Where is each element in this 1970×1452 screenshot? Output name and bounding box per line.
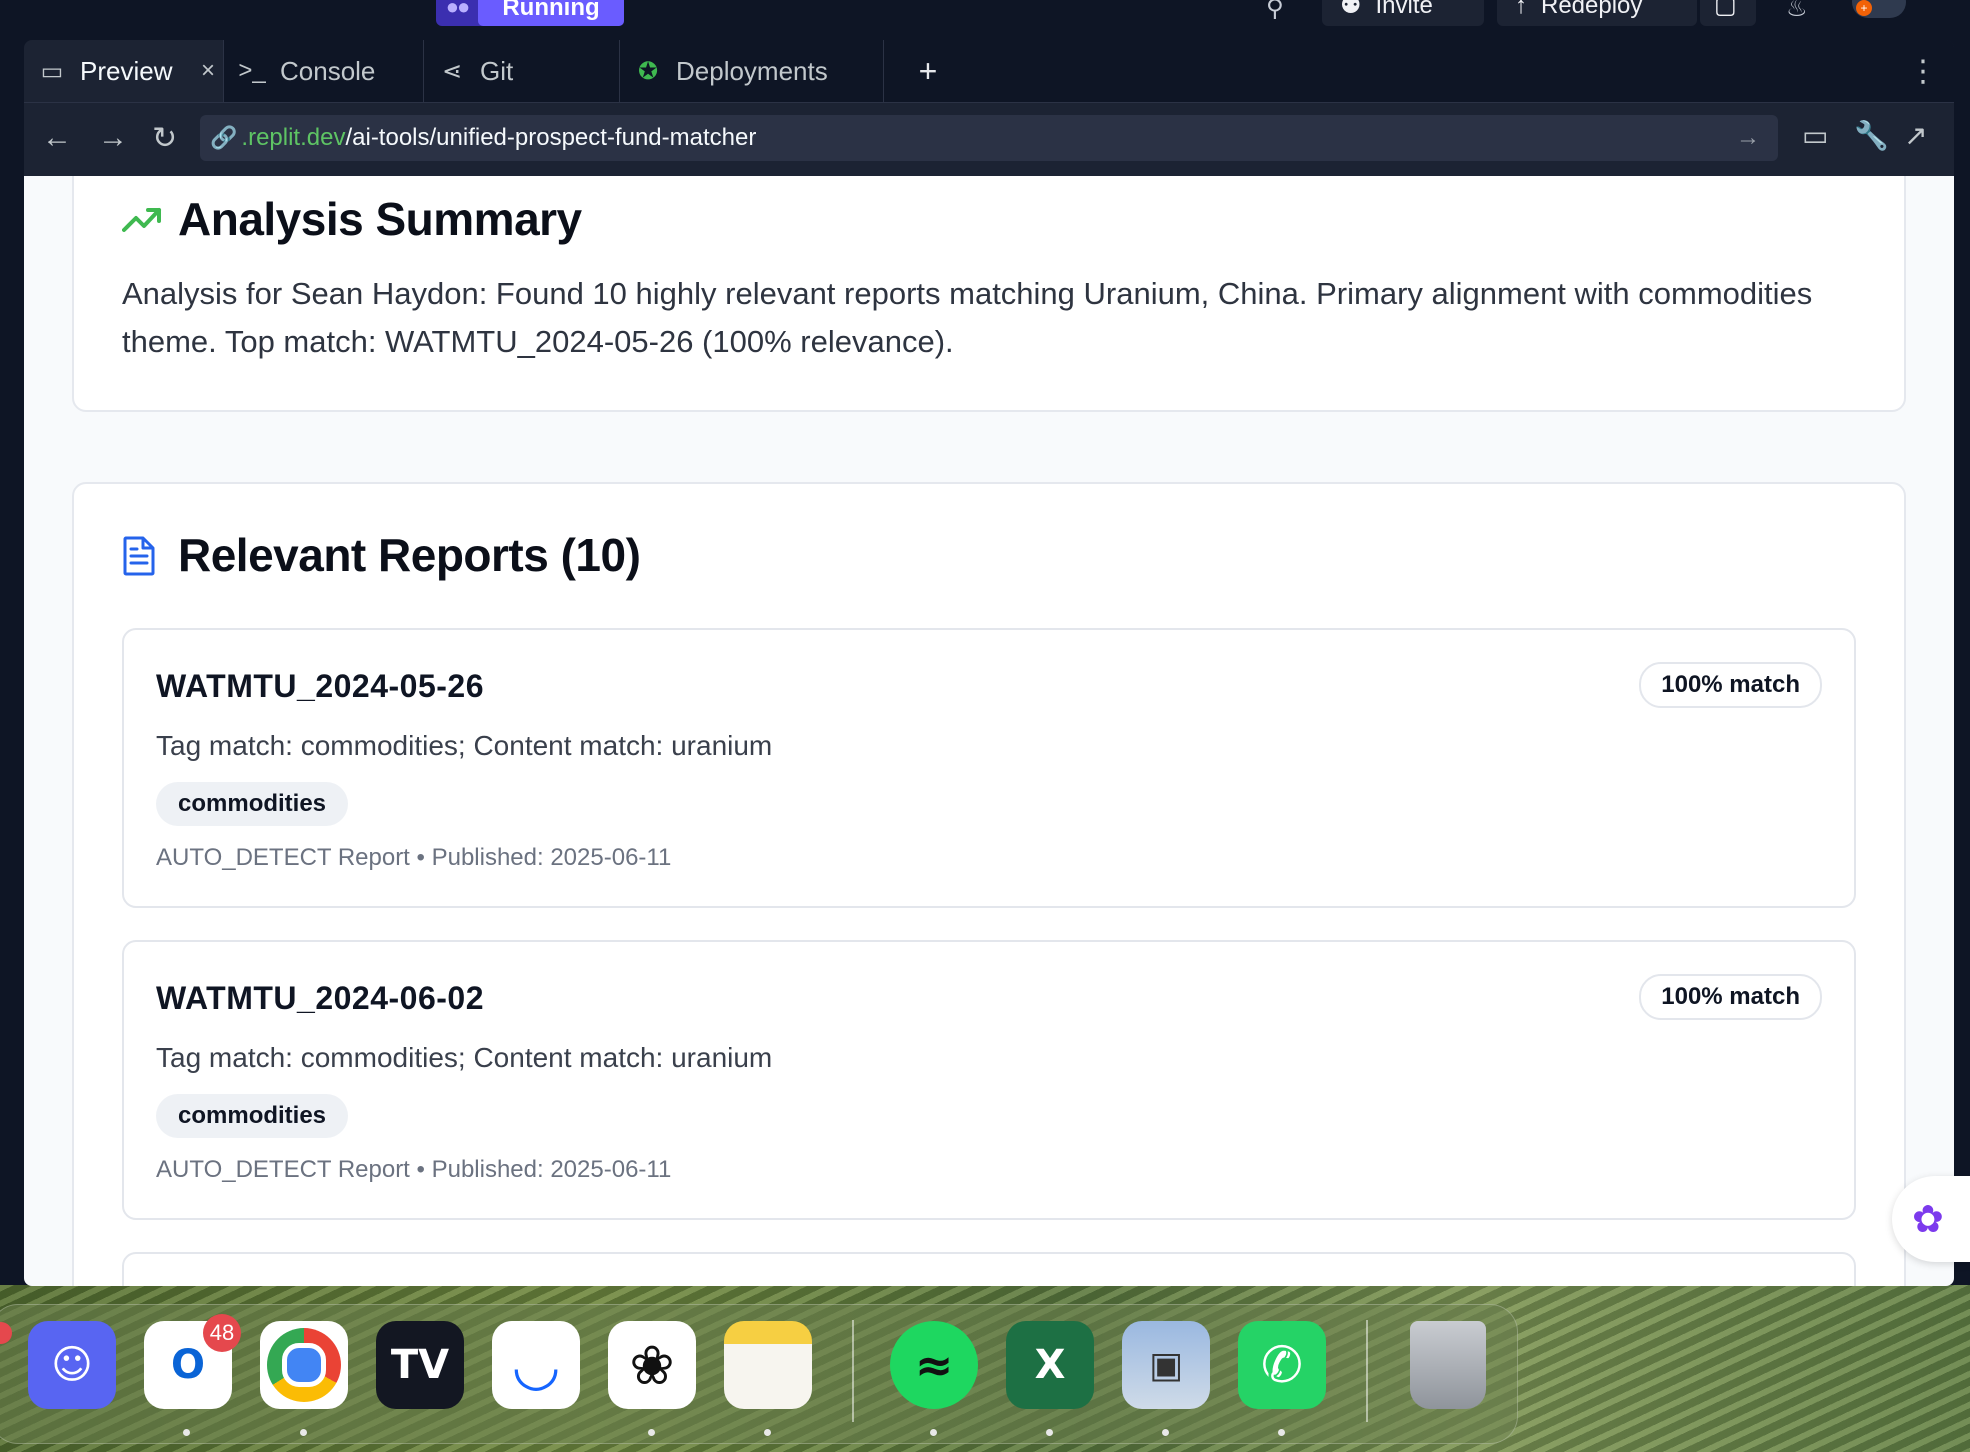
running-indicator [930, 1429, 937, 1436]
avatar[interactable]: + [1852, 0, 1906, 18]
url-bar: ← → ↻ 🔗 .replit.dev /ai-tools/unified-pr… [24, 103, 1954, 176]
url-path: /ai-tools/unified-prospect-fund-matcher [345, 124, 757, 151]
close-icon[interactable]: × [201, 57, 215, 85]
add-tab-button[interactable]: + [904, 40, 952, 102]
report-title: WATMTU_2024-05-26 [156, 668, 485, 704]
tradingview-icon[interactable]: TV [376, 1321, 464, 1409]
notes-icon[interactable] [724, 1321, 812, 1409]
external-link-icon[interactable]: ↗ [1904, 119, 1927, 152]
run-button[interactable]: ●● Running [436, 0, 624, 26]
running-indicator [1162, 1429, 1169, 1436]
search-icon[interactable]: ⚲ [1266, 0, 1284, 23]
forward-arrow-icon[interactable]: → [98, 121, 128, 155]
summary-title: Analysis Summary [178, 193, 582, 245]
git-branch-icon: ⋖ [441, 57, 463, 85]
outlook-badge: 48 [203, 1314, 241, 1352]
reload-icon[interactable]: ↻ [152, 121, 177, 156]
chrome-icon[interactable] [260, 1321, 348, 1409]
notification-dot-icon: + [1856, 0, 1872, 16]
match-reason: Tag match: commodities; Content match: u… [156, 1042, 773, 1073]
reports-card: Relevant Reports (10) WATMTU_2024-05-26 … [72, 482, 1906, 1286]
document-icon [123, 536, 155, 576]
go-arrow-icon[interactable]: → [1736, 124, 1760, 152]
running-indicator [1278, 1429, 1285, 1436]
run-button-label: Running [478, 0, 624, 26]
terminal-icon: >_ [238, 57, 266, 84]
tag-chip: commodities [156, 1094, 349, 1138]
dock-separator [1366, 1320, 1368, 1422]
tab-console[interactable]: >_ Console [224, 40, 424, 102]
match-reason: Tag match: commodities; Content match: u… [156, 730, 773, 761]
invite-button-label: Invite [1375, 0, 1433, 19]
running-indicator [648, 1429, 655, 1436]
report-meta: AUTO_DETECT Report • Published: 2025-06-… [156, 1156, 672, 1183]
report-meta: AUTO_DETECT Report • Published: 2025-06-… [156, 844, 672, 871]
preview-app-icon[interactable]: ▣ [1122, 1321, 1210, 1409]
workspace-menu-button[interactable]: ▢ [1700, 0, 1756, 26]
report-card[interactable] [122, 1252, 1856, 1286]
report-title: WATMTU_2024-06-02 [156, 980, 485, 1016]
spotify-icon[interactable]: ≈ [890, 1321, 978, 1409]
url-host: .replit.dev [241, 124, 346, 151]
trending-up-icon [122, 208, 161, 232]
invite-button[interactable]: ⚉ Invite [1322, 0, 1484, 26]
match-badge: 100% match [1639, 662, 1822, 708]
preview-pane: ▭ Preview × >_ Console ⋖ Git ✪ Deploymen… [24, 40, 1954, 1286]
tag-chip: commodities [156, 782, 349, 826]
replit-top-bar: ●● Running ⚲ ⚉ Invite ↑ Redeploy ▢ ♨ + [0, 0, 1970, 40]
user-icon: ⚉ [1340, 0, 1362, 19]
reports-title: Relevant Reports (10) [178, 529, 641, 581]
excel-icon[interactable]: X [1006, 1321, 1094, 1409]
tab-label: Console [280, 55, 376, 86]
device-icon[interactable]: ▭ [1802, 119, 1828, 152]
redeploy-button-label: Redeploy [1541, 0, 1643, 19]
report-card[interactable]: WATMTU_2024-06-02 100% match Tag match: … [122, 940, 1856, 1220]
chrome-center [282, 1343, 326, 1387]
brain-assistant-icon[interactable]: ✿ [1892, 1176, 1970, 1262]
summary-card: Analysis Summary Analysis for Sean Haydo… [72, 176, 1906, 412]
wrench-icon[interactable]: 🔧 [1854, 119, 1889, 152]
web-page: Analysis Summary Analysis for Sean Haydo… [24, 176, 1954, 1286]
running-indicator [183, 1429, 190, 1436]
tab-label: Git [480, 55, 514, 86]
tab-deployments[interactable]: ✪ Deployments [620, 40, 884, 102]
dock-separator [852, 1320, 854, 1422]
running-indicator [1046, 1429, 1053, 1436]
more-options-icon[interactable]: ⋮ [1908, 40, 1938, 102]
chrome-logo [267, 1328, 341, 1402]
redeploy-button[interactable]: ↑ Redeploy [1497, 0, 1697, 26]
tab-git[interactable]: ⋖ Git [424, 40, 620, 102]
tab-label: Preview [80, 55, 173, 86]
report-card[interactable]: WATMTU_2024-05-26 100% match Tag match: … [122, 628, 1856, 908]
monitor-icon: ▭ [40, 57, 64, 85]
deploy-icon: ↑ [1515, 0, 1527, 19]
replit-logo-icon: ●● [445, 0, 471, 19]
globe-icon: ✪ [637, 57, 659, 85]
back-arrow-icon[interactable]: ← [42, 121, 72, 155]
bell-icon[interactable]: ♨ [1786, 0, 1808, 23]
discord-icon[interactable]: ☺ [28, 1321, 116, 1409]
chatgpt-icon[interactable]: ❀ [608, 1321, 696, 1409]
square-icon: ▢ [1714, 0, 1737, 19]
match-badge: 100% match [1639, 974, 1822, 1020]
summary-text: Analysis for Sean Haydon: Found 10 highl… [122, 276, 1813, 359]
whatsapp-icon[interactable]: ✆ [1238, 1321, 1326, 1409]
url-input[interactable]: 🔗 .replit.dev /ai-tools/unified-prospect… [200, 115, 1778, 161]
tab-bar: ▭ Preview × >_ Console ⋖ Git ✪ Deploymen… [24, 40, 1954, 103]
link-icon: 🔗 [210, 125, 238, 150]
app-icon[interactable]: ◡ [492, 1321, 580, 1409]
plus-icon: + [918, 52, 938, 89]
running-indicator [300, 1429, 307, 1436]
running-indicator [764, 1429, 771, 1436]
trash-icon[interactable] [1410, 1321, 1486, 1409]
tab-preview[interactable]: ▭ Preview × [24, 40, 224, 102]
tab-label: Deployments [676, 55, 828, 86]
